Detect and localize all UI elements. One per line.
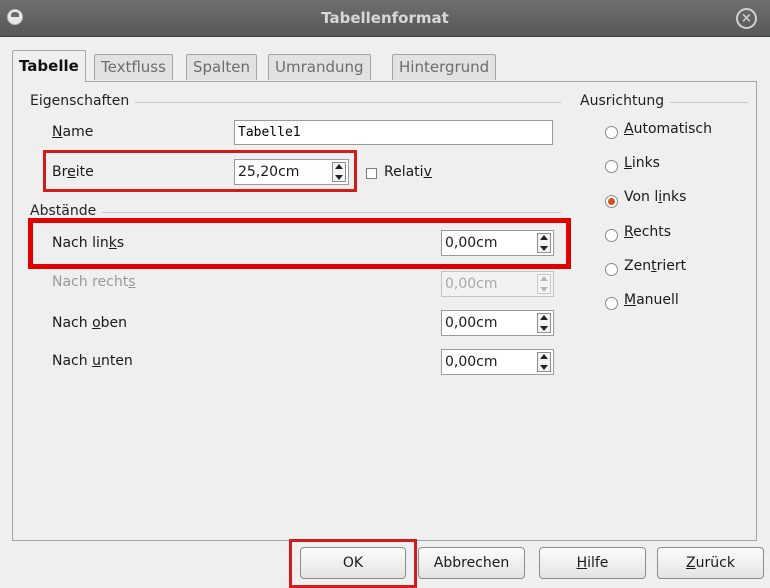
right-spacing-label: Nach rechts: [52, 274, 136, 290]
window-title: Tabellenformat: [321, 9, 449, 27]
right-spacing-value: 0,00cm: [445, 276, 498, 292]
spin-up-icon[interactable]: [540, 315, 548, 320]
radio-rechts[interactable]: [605, 229, 618, 242]
spin-up-icon[interactable]: [540, 354, 548, 359]
bottom-spacing-value: 0,00cm: [445, 354, 498, 370]
top-spin-arrows[interactable]: [537, 313, 551, 333]
right-spin-arrows[interactable]: [537, 274, 551, 294]
name-label: Name: [52, 124, 94, 140]
highlight-ok: [289, 539, 417, 588]
help-button[interactable]: Hilfe: [539, 547, 646, 579]
highlight-left-spacing: [28, 218, 571, 269]
bottom-spacing-spinbox[interactable]: 0,00cm: [441, 349, 554, 375]
tab-hintergrund[interactable]: Hintergrund: [392, 54, 497, 80]
radio-links-label: Links: [624, 155, 660, 171]
highlight-width: [43, 150, 357, 192]
spin-down-icon[interactable]: [540, 287, 548, 292]
close-icon[interactable]: ×: [736, 8, 757, 29]
cancel-button[interactable]: Abbrechen: [418, 547, 525, 579]
abstaende-divider: [30, 212, 561, 213]
spin-up-icon[interactable]: [540, 276, 548, 281]
radio-zentriert[interactable]: [605, 263, 618, 276]
top-spacing-label: Nach oben: [52, 315, 128, 331]
section-ausrichtung: Ausrichtung: [580, 93, 671, 109]
radio-rechts-label: Rechts: [624, 224, 672, 240]
radio-automatisch-label: Automatisch: [624, 121, 712, 137]
radio-links[interactable]: [605, 160, 618, 173]
tab-spalten[interactable]: Spalten: [186, 54, 258, 80]
radio-manuell-label: Manuell: [624, 292, 679, 308]
back-button[interactable]: Zurück: [657, 547, 764, 579]
spin-down-icon[interactable]: [540, 365, 548, 370]
name-field[interactable]: [234, 120, 553, 145]
radio-manuell[interactable]: [605, 297, 618, 310]
relative-label: Relativ: [384, 164, 432, 180]
tab-umrandung[interactable]: Umrandung: [268, 54, 371, 80]
spin-down-icon[interactable]: [540, 326, 548, 331]
radio-von-links[interactable]: [605, 195, 618, 208]
bottom-spacing-label: Nach unten: [52, 353, 133, 369]
section-abstaende: Abstände: [30, 203, 103, 219]
tab-tabelle[interactable]: Tabelle: [12, 50, 86, 82]
top-spacing-value: 0,00cm: [445, 315, 498, 331]
radio-von-links-label: Von links: [624, 189, 687, 205]
tab-textfluss[interactable]: Textfluss: [94, 54, 173, 80]
radio-zentriert-label: Zentriert: [624, 258, 687, 274]
top-spacing-spinbox[interactable]: 0,00cm: [441, 310, 554, 336]
section-eigenschaften: Eigenschaften: [30, 93, 136, 109]
right-spacing-spinbox[interactable]: 0,00cm: [441, 271, 554, 297]
radio-automatisch[interactable]: [605, 126, 618, 139]
relative-checkbox[interactable]: [366, 168, 377, 179]
bottom-spin-arrows[interactable]: [537, 352, 551, 372]
